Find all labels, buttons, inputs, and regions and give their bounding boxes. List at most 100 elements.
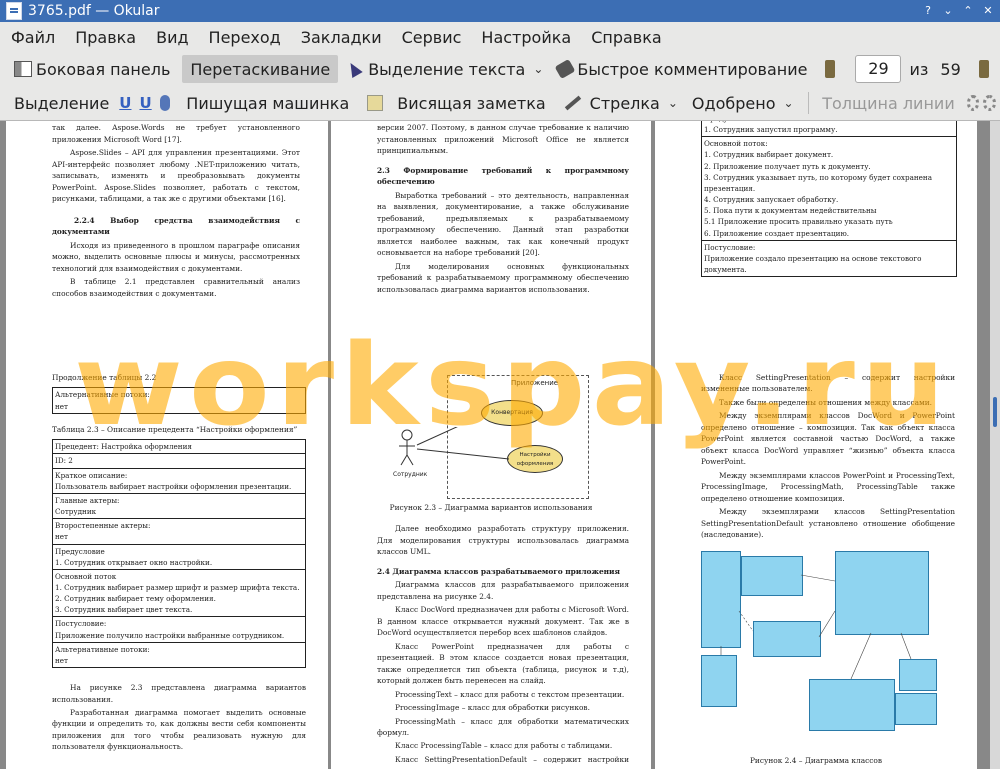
table-row: Постусловие: Приложение создало презента… (701, 239, 957, 278)
opacity-icon[interactable] (983, 95, 996, 111)
table-row: Краткое описание: Пользователь выбирает … (52, 467, 306, 494)
underline-icon[interactable]: U (119, 94, 131, 112)
sticky-note-button[interactable]: Висящая заметка (363, 89, 549, 117)
minimize-button[interactable]: ⌄ (940, 3, 956, 19)
annotation-toolbar: Выделение U U Пишущая машинка Висящая за… (0, 86, 1000, 121)
table-row: Альтернативные потоки: нет (52, 641, 306, 669)
comment-icon (554, 58, 576, 80)
previous-page-icon[interactable] (825, 60, 836, 78)
drag-mode-label: Перетаскивание (190, 59, 331, 79)
paragraph: Класс DocWord предназначен для работы с … (377, 605, 629, 638)
arrow-label: Стрелка (589, 93, 660, 113)
squiggle-icon[interactable]: U (139, 94, 151, 112)
separator (807, 92, 809, 114)
paragraph: Далее необходимо разработать структуру п… (377, 524, 629, 557)
vertical-scrollbar[interactable] (990, 121, 1000, 769)
menu-bar: Файл Правка Вид Переход Закладки Сервис … (0, 22, 1000, 52)
list-item: Класс ProcessingTable – класс для работы… (395, 741, 613, 751)
highlight-button[interactable]: Выделение (10, 89, 113, 117)
line-width-label: Толщина линии (822, 93, 955, 113)
close-button[interactable]: ✕ (980, 3, 996, 19)
sticky-note-label: Висящая заметка (397, 93, 546, 113)
paragraph: Aspose.Slides – API для управления презе… (52, 148, 300, 204)
typewriter-button[interactable]: Пишущая машинка (182, 89, 353, 117)
help-window-button[interactable]: ? (920, 3, 936, 19)
table-row: Постусловие: Приложение получило настрой… (52, 616, 306, 643)
list-item: Класс SettingPresentationDefault – содер… (377, 754, 629, 769)
document-viewer[interactable]: все типичные задачи: обработка текстов, … (0, 121, 1000, 769)
figure-caption: Рисунок 2.4 – Диаграмма классов (749, 755, 883, 765)
cursor-icon (345, 59, 363, 79)
paragraph: все типичные задачи: обработка текстов, … (52, 123, 300, 144)
menu-go[interactable]: Переход (198, 28, 290, 47)
quick-comment-button[interactable]: Быстрое комментирование (553, 55, 811, 83)
next-page-icon[interactable] (978, 60, 989, 78)
actor-label: Сотрудник (393, 471, 428, 478)
use-case-table: Предусловие 1. Сотрудник запустил програ… (701, 121, 957, 278)
page-nav: 29 из 59 (821, 55, 1000, 83)
sidebar-button[interactable]: Боковая панель (10, 55, 174, 83)
stamp-button[interactable]: Одобрено ⌄ (688, 89, 804, 117)
paragraph: Разработанная диаграмма помогает выделит… (52, 708, 306, 752)
table-row: Второстепенные актеры: нет (52, 518, 306, 545)
quick-comment-label: Быстрое комментирование (577, 59, 808, 79)
table-row: ID: 2 (52, 453, 306, 469)
okular-app-icon (6, 2, 22, 20)
paragraph: Для моделирования основных функциональны… (377, 261, 629, 294)
menu-tools[interactable]: Сервис (391, 28, 471, 47)
text-select-label: Выделение текста (368, 59, 526, 79)
sticky-note-icon (367, 95, 384, 111)
paragraph: Исходя из приведенного в прошлом парагра… (52, 240, 300, 273)
chevron-down-icon[interactable]: ⌄ (668, 96, 678, 110)
menu-bookmarks[interactable]: Закладки (290, 28, 391, 47)
figure-caption: Рисунок 2.3 – Диаграмма вариантов исполь… (389, 503, 593, 512)
menu-file[interactable]: Файл (0, 28, 64, 47)
arrow-icon (564, 95, 581, 111)
drag-mode-button[interactable]: Перетаскивание (182, 55, 339, 83)
section-heading: 2.3 Формирование требований к программно… (377, 165, 629, 187)
table-row: Предусловие 1. Сотрудник запустил програ… (701, 121, 957, 138)
title-bar: 3765.pdf — Okular ? ⌄ ⌃ ✕ (0, 0, 1000, 22)
section-heading: 2.4 Диаграмма классов разрабатываемого п… (377, 566, 620, 576)
sidebar-label: Боковая панель (36, 59, 171, 79)
list-item: ProcessingText – класс для работы с текс… (395, 689, 625, 699)
menu-view[interactable]: Вид (145, 28, 197, 47)
uml-connectors (720, 574, 912, 679)
chevron-down-icon[interactable]: ⌄ (533, 62, 543, 76)
table-row: Главные актеры: Сотрудник (52, 492, 306, 520)
line-width-button[interactable]: Толщина линии (818, 89, 959, 117)
list-item: ProcessingMath – класс для обработки мат… (377, 716, 629, 737)
page-total: 59 (940, 59, 961, 79)
chevron-down-icon[interactable]: ⌄ (783, 96, 793, 110)
paragraph: Выработка требований – это деятельность,… (377, 190, 629, 258)
highlight-label: Выделение (14, 93, 110, 113)
scrollbar-thumb[interactable] (993, 397, 997, 427)
menu-help[interactable]: Справка (580, 28, 671, 47)
strikeout-icon[interactable] (159, 95, 171, 111)
page-of-label: из (909, 59, 929, 79)
arrow-button[interactable]: Стрелка ⌄ (560, 89, 688, 117)
paragraph: В таблице 2.1 представлен сравнительный … (52, 277, 300, 298)
paragraph: Между экземплярами классов PowerPoint и … (701, 470, 955, 503)
table-row: Основной поток: 1. Сотрудник выбирает до… (701, 136, 957, 241)
window-title: 3765.pdf — Okular (28, 3, 160, 19)
color-icon[interactable] (966, 95, 980, 111)
table-row: Предусловие 1. Сотрудник открывает окно … (52, 543, 306, 570)
watermark: workspay.ru (74, 321, 952, 451)
class-diagram (701, 550, 977, 751)
paragraph: Между экземплярами классов SettingPresen… (701, 507, 955, 540)
menu-edit[interactable]: Правка (64, 28, 145, 47)
table-row: Основной поток 1. Сотрудник выбирает раз… (52, 568, 306, 618)
use-case-table: Прецедент: Настройка оформления ID: 2 Кр… (52, 439, 306, 669)
paragraph: Microsoft Word версии 2007, а также Micr… (377, 123, 629, 156)
text-select-button[interactable]: Выделение текста ⌄ (344, 55, 553, 83)
paragraph: Диаграмма классов для разрабатываемого п… (377, 580, 629, 601)
stamp-label: Одобрено (691, 93, 776, 113)
paragraph: На рисунке 2.3 представлена диаграмма ва… (52, 683, 306, 704)
section-heading: 2.2.4 Выбор средства взаимодействия с до… (52, 215, 300, 237)
sidebar-icon (14, 61, 32, 77)
maximize-button[interactable]: ⌃ (960, 3, 976, 19)
page-number-input[interactable]: 29 (855, 55, 902, 83)
menu-settings[interactable]: Настройка (470, 28, 580, 47)
typewriter-label: Пишущая машинка (186, 93, 350, 113)
